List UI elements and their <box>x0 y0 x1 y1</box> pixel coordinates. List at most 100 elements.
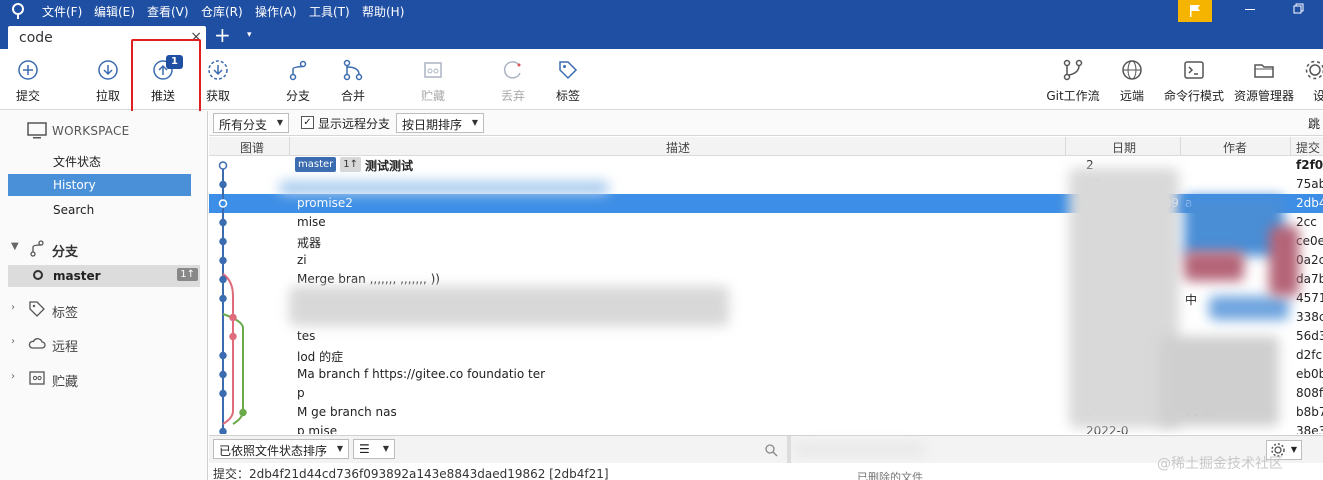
commit-graph-node <box>219 427 227 434</box>
git-flow-button[interactable]: Git工作流 <box>1043 49 1103 109</box>
commit-label: 提交 <box>15 89 40 103</box>
commit-date: 36 <box>1086 253 1102 267</box>
menu-edit[interactable]: 编辑(E) <box>94 3 135 20</box>
view-mode-dropdown[interactable]: ☰ ▼ <box>353 439 395 459</box>
commit-row[interactable]: Ma branch f https://gitee.co foundatio t… <box>209 365 1323 384</box>
remotes-label: 远程 <box>52 340 79 355</box>
column-commit[interactable]: 提交 <box>1296 139 1320 156</box>
commit-row[interactable]: M ge branch nas 2 22 75 Al b8b7 <box>209 403 1323 422</box>
column-divider[interactable] <box>1065 137 1066 156</box>
commit-graph-node <box>229 332 237 341</box>
file-sort-dropdown[interactable]: 已依照文件状态排序 ▼ <box>213 439 349 459</box>
sidebar-item-history[interactable]: History <box>8 174 191 196</box>
branch-icon <box>30 240 44 257</box>
watermark-text: @稀土掘金技术社区 <box>1157 456 1283 472</box>
column-graph[interactable]: 图谱 <box>240 139 264 156</box>
branch-ref-tag: master <box>295 157 337 172</box>
commit-row[interactable]: 22- 75ab <box>209 175 1323 194</box>
search-icon[interactable] <box>764 443 778 457</box>
commit-date: 2 <box>1086 367 1094 381</box>
commit-row[interactable]: p 2 808f <box>209 384 1323 403</box>
sidebar-section-remotes[interactable]: › 远程 <box>0 331 208 355</box>
explorer-button[interactable]: 资源管理器 <box>1233 49 1295 109</box>
plus-circle-icon <box>18 60 38 80</box>
commit-row[interactable]: master1↑测试测试 2 f2f02 <box>209 156 1323 175</box>
stash-button[interactable]: 贮藏 <box>407 49 459 109</box>
chevron-down-icon: ▼ <box>276 118 283 127</box>
sidebar-section-branches[interactable]: ▼ 分支 <box>0 236 208 260</box>
pull-button[interactable]: 拉取 <box>82 49 134 109</box>
settings-label: 设 <box>1313 89 1323 103</box>
commit-table-header: 图谱 描述 日期 作者 提交 <box>209 137 1323 156</box>
git-flow-icon <box>1063 59 1083 81</box>
commit-description: lod 的症 <box>297 350 344 364</box>
selected-commit-info: 提交：2db4f21d44cd736f093892a143e8843daed19… <box>213 467 609 480</box>
merge-button[interactable]: 合并 <box>327 49 379 109</box>
column-divider[interactable] <box>1290 137 1291 156</box>
commit-row[interactable]: 2 338c <box>209 308 1323 327</box>
restore-button[interactable] <box>1288 1 1308 21</box>
commit-row[interactable]: 2 中 4571 <box>209 289 1323 308</box>
menu-file[interactable]: 文件(F) <box>42 3 82 20</box>
tab-list-dropdown-icon[interactable]: ▾ <box>247 30 252 40</box>
column-author[interactable]: 作者 <box>1223 139 1247 156</box>
globe-icon <box>1122 60 1142 80</box>
terminal-button[interactable]: 命令行模式 <box>1163 49 1225 109</box>
close-tab-icon[interactable]: × <box>190 29 202 45</box>
file-sort-value: 已依照文件状态排序 <box>219 444 328 458</box>
add-tab-button[interactable]: + <box>214 25 231 45</box>
notification-flag-button[interactable] <box>1178 0 1212 22</box>
menu-view[interactable]: 查看(V) <box>147 3 189 20</box>
commit-graph <box>218 161 247 434</box>
branch-filter-dropdown[interactable]: 所有分支 ▼ <box>213 113 289 133</box>
branch-filter-value: 所有分支 <box>219 118 268 132</box>
sidebar-item-search[interactable]: Search <box>8 199 191 221</box>
commit-row[interactable]: 戒器 22-0 ce0e <box>209 232 1323 251</box>
commit-row[interactable]: promise2 2022-05-2 0:09 a 2db4 <box>209 194 1323 213</box>
column-divider[interactable] <box>1180 137 1181 156</box>
repo-tab-code[interactable]: code × <box>8 26 206 49</box>
panel-splitter[interactable] <box>787 436 791 464</box>
branch-button[interactable]: 分支 <box>272 49 324 109</box>
commit-hash: 808f <box>1296 386 1323 400</box>
commit-date: 2 <box>1086 158 1094 172</box>
settings-button[interactable]: 设 <box>1303 49 1323 109</box>
sidebar-section-stashes[interactable]: › 贮藏 <box>0 366 208 390</box>
sidebar-item-label: Search <box>53 203 95 217</box>
commit-button[interactable]: 提交 <box>2 49 54 109</box>
fetch-button[interactable]: 获取 <box>192 49 244 109</box>
commit-row[interactable]: tes 2 17 56d3 <box>209 327 1323 346</box>
column-description[interactable]: 描述 <box>666 139 690 156</box>
push-button[interactable]: 1 推送 <box>137 49 189 109</box>
sort-order-dropdown[interactable]: 按日期排序 ▼ <box>396 113 484 133</box>
jump-to-label[interactable]: 跳 <box>1308 115 1320 132</box>
discard-button[interactable]: 丢弃 <box>487 49 539 109</box>
sidebar-section-tags[interactable]: › 标签 <box>0 297 208 321</box>
deleted-files-label: 已删除的文件 <box>857 471 923 480</box>
commit-row[interactable]: zi 36 0a2c <box>209 251 1323 270</box>
column-date[interactable]: 日期 <box>1112 139 1136 156</box>
commit-row[interactable]: p mise 2022-0 38e3 <box>209 422 1323 434</box>
merge-label: 合并 <box>340 89 365 103</box>
menu-tools[interactable]: 工具(T) <box>309 3 350 20</box>
menu-actions[interactable]: 操作(A) <box>255 3 297 20</box>
commit-row[interactable]: Merge bran ,,,,,,, ,,,,,,, )) 15 da7b <box>209 270 1323 289</box>
commit-row[interactable]: lod 的症 2 d2fc <box>209 346 1323 365</box>
push-label: 推送 <box>150 89 175 103</box>
minimize-button[interactable] <box>1240 1 1260 21</box>
menu-repository[interactable]: 仓库(R) <box>201 3 243 20</box>
tag-button[interactable]: 标签 <box>542 49 594 109</box>
commit-description: p <box>297 386 305 400</box>
commit-author: 75 Al <box>1185 405 1216 419</box>
remote-button[interactable]: 远端 <box>1106 49 1158 109</box>
column-divider[interactable] <box>289 137 290 156</box>
arrow-down-circle-icon <box>98 60 118 80</box>
menu-help[interactable]: 帮助(H) <box>362 3 404 20</box>
sidebar-item-file-status[interactable]: 文件状态 <box>8 149 191 171</box>
commit-date: 2 22 <box>1086 405 1113 419</box>
commit-row[interactable]: mise 22-05- 04 2cc <box>209 213 1323 232</box>
branch-item-master[interactable]: master 1↑ <box>8 265 200 287</box>
chevron-right-icon: › <box>11 336 15 347</box>
workspace-label: WORKSPACE <box>52 124 130 138</box>
branch-icon <box>289 60 307 81</box>
